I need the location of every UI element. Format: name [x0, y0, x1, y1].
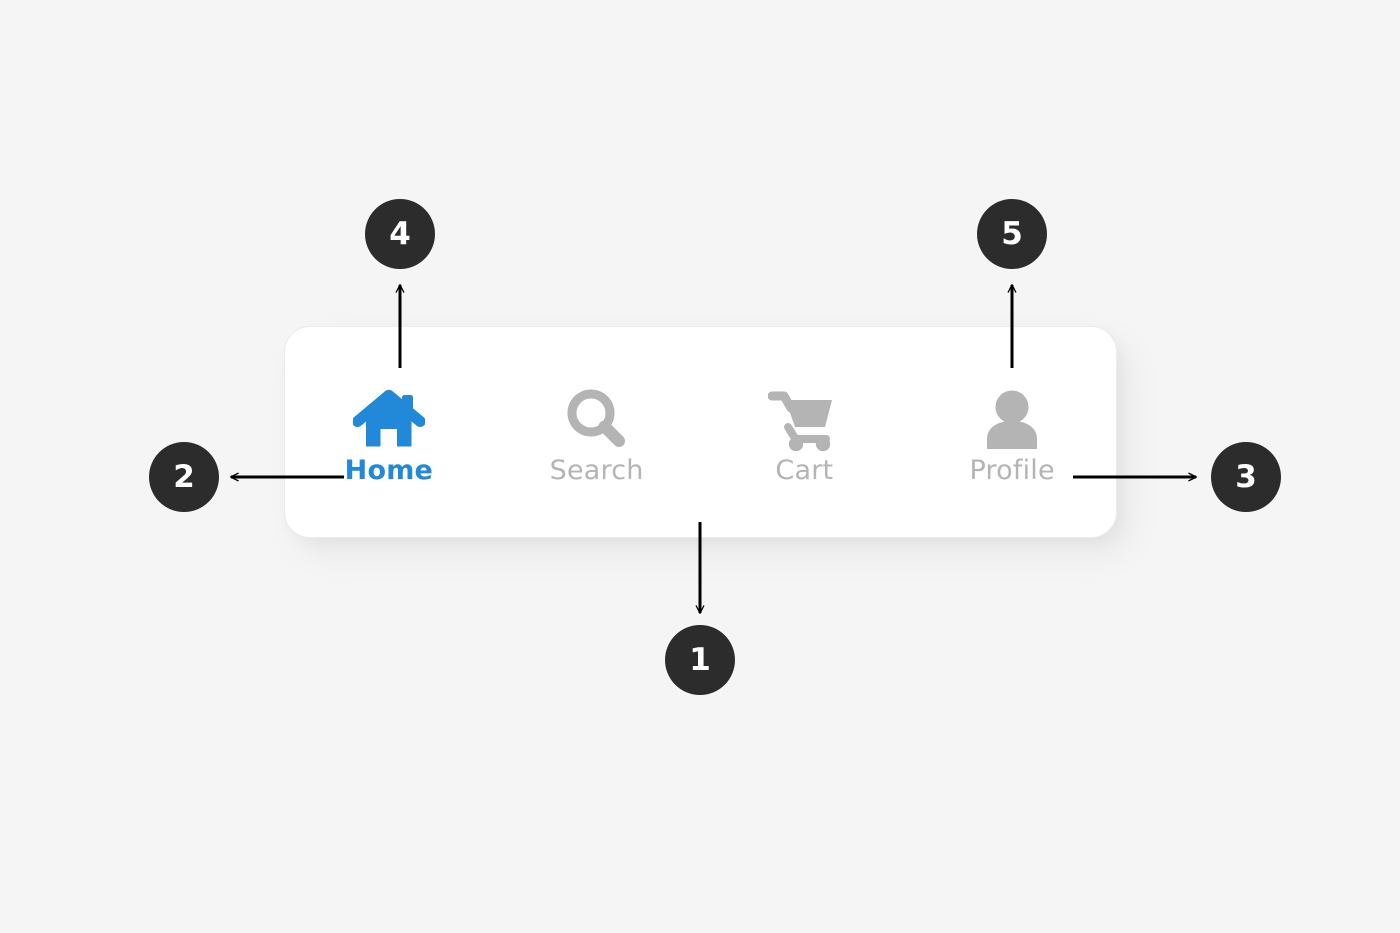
- bottom-navigation-bar[interactable]: Home Search Cart Profile: [284, 326, 1117, 538]
- nav-label-home: Home: [344, 454, 434, 486]
- annotation-badge-4[interactable]: 4: [365, 199, 435, 269]
- screenshot-canvas: Home Search Cart Profile 1 2 3 4 5: [0, 0, 1400, 933]
- nav-label-search: Search: [549, 454, 644, 486]
- annotation-badge-1[interactable]: 1: [665, 625, 735, 695]
- nav-item-home[interactable]: Home: [304, 362, 474, 502]
- profile-icon: [980, 381, 1044, 451]
- nav-label-profile: Profile: [969, 454, 1055, 486]
- cart-icon: [768, 381, 840, 451]
- annotation-badge-3[interactable]: 3: [1211, 442, 1281, 512]
- nav-label-cart: Cart: [775, 454, 834, 486]
- nav-item-profile[interactable]: Profile: [927, 362, 1097, 502]
- annotation-badge-5[interactable]: 5: [977, 199, 1047, 269]
- annotation-badge-2[interactable]: 2: [149, 442, 219, 512]
- search-icon: [564, 381, 630, 451]
- home-icon: [352, 381, 425, 451]
- nav-item-cart[interactable]: Cart: [719, 362, 889, 502]
- nav-item-search[interactable]: Search: [512, 362, 682, 502]
